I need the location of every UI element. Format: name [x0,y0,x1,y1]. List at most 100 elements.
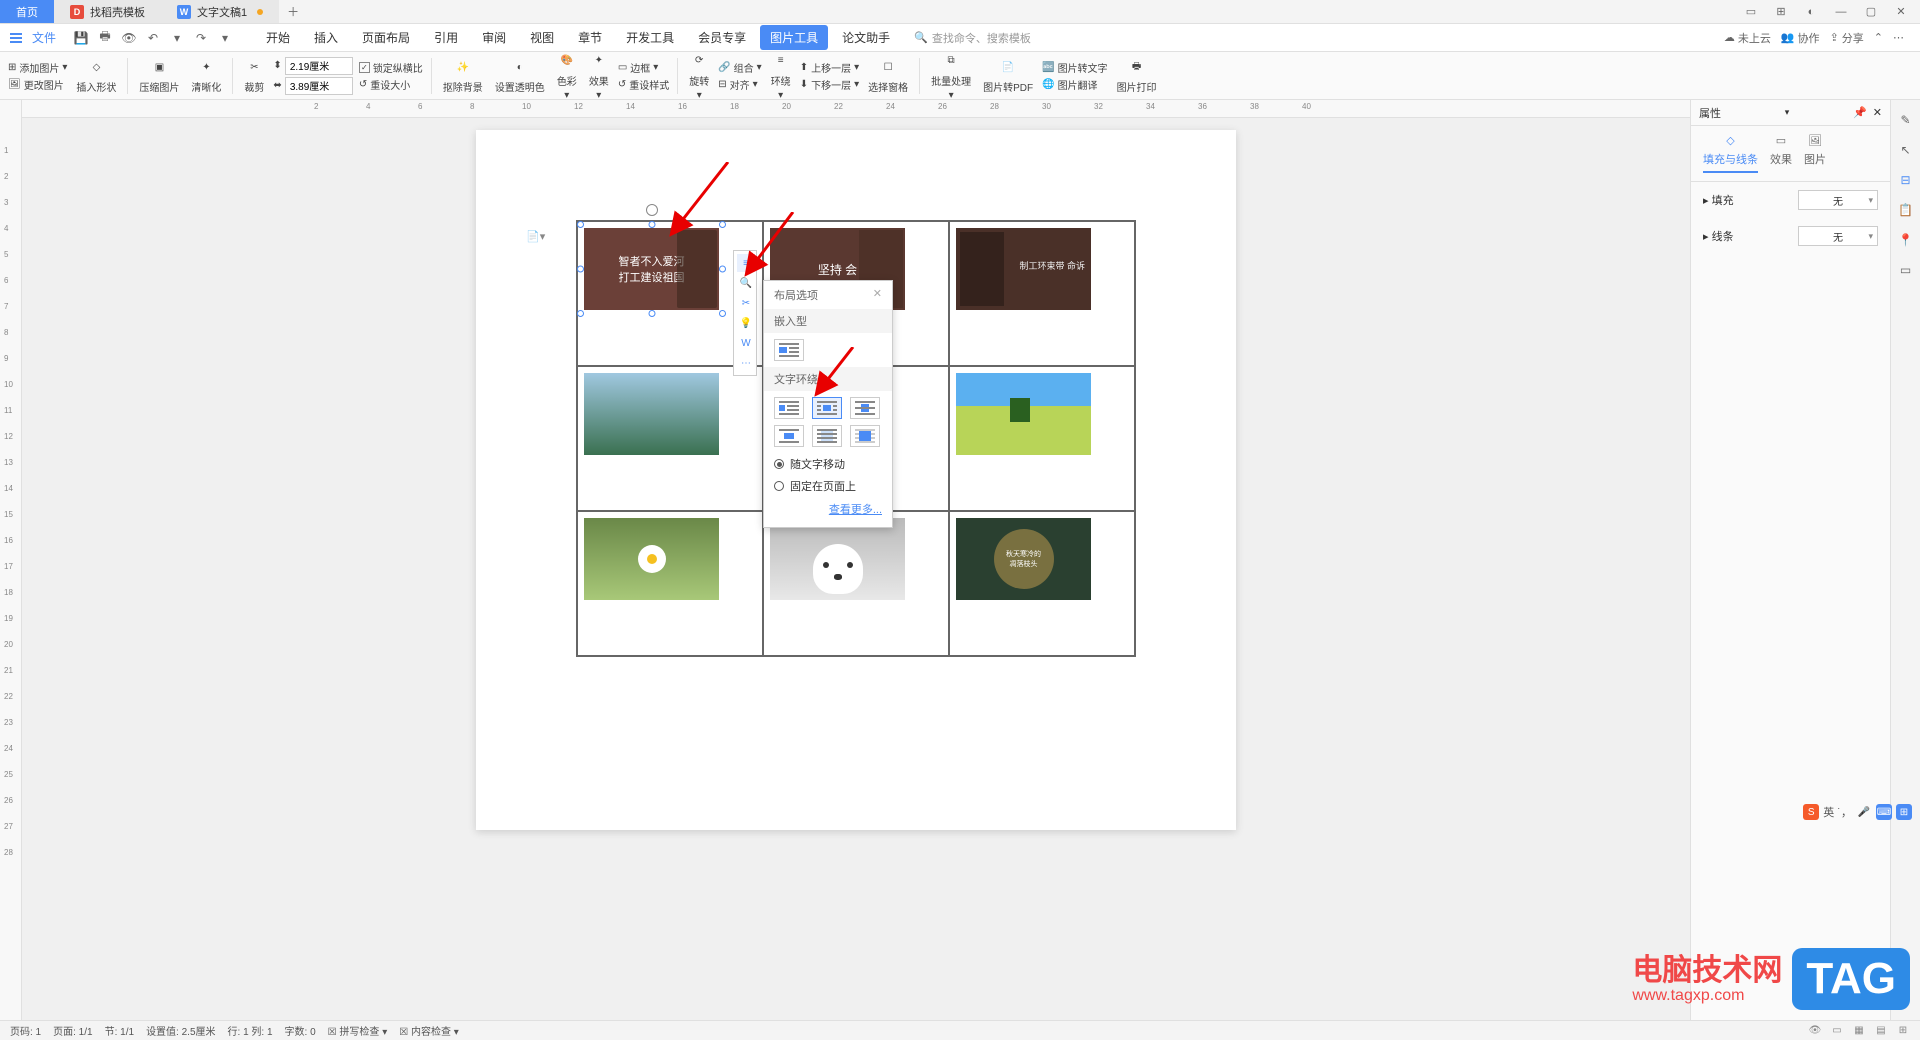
layout-switch-icon[interactable]: ▭ [1740,1,1762,23]
save-icon[interactable]: 💾 [72,29,90,47]
crop-tool-icon[interactable]: ✂ [737,294,755,312]
rotate-button[interactable]: ⟳旋转▾ [686,51,712,101]
tab-fill-line[interactable]: ◇填充与线条 [1703,134,1758,173]
see-more-link[interactable]: 查看更多... [764,497,892,521]
title-tab-template[interactable]: D 找稻壳模板 [54,0,161,23]
text-tool-icon[interactable]: W [737,334,755,352]
layout-tool-icon[interactable]: ≡ [737,254,755,272]
wrap-through-option[interactable] [850,397,880,419]
tab-member[interactable]: 会员专享 [688,25,756,50]
cell-3-1[interactable] [577,511,763,656]
user-avatar-icon[interactable]: ◐ [1800,1,1822,23]
line-select[interactable]: 无 [1798,226,1878,246]
fixed-on-page-radio[interactable]: 固定在页面上 [764,475,892,497]
height-input[interactable] [285,77,353,95]
print-icon[interactable]: 🖶 [96,29,114,47]
batch-button[interactable]: ⧉批量处理▾ [928,51,974,101]
cell-3-3[interactable]: 秋天寒冷的凋落枝头 [949,511,1135,656]
ts-reading-icon[interactable]: ▭ [1896,260,1916,280]
collab-button[interactable]: 👥 协作 [1781,30,1820,46]
move-down-button[interactable]: ⬇ 下移一层 ▾ [800,77,859,92]
tab-thesis[interactable]: 论文助手 [832,25,900,50]
sb-page[interactable]: 页码: 1 [10,1023,41,1038]
sb-eye-icon[interactable]: 👁 [1808,1024,1822,1038]
wrap-tight-option[interactable] [812,397,842,419]
maximize-button[interactable]: ▢ [1860,1,1882,23]
color-button[interactable]: 🎨色彩▾ [554,51,580,101]
undo-icon[interactable]: ↶ [144,29,162,47]
sb-view3-icon[interactable]: ▤ [1874,1024,1888,1038]
crop-button[interactable]: ✂裁剪 [241,57,267,94]
print-image-button[interactable]: 🖶图片打印 [1114,57,1160,94]
cell-1-3[interactable]: 制工环束带 命诉 [949,221,1135,366]
grid-icon[interactable]: ⊞ [1896,804,1912,820]
command-search[interactable]: 🔍 查找命令、搜索模板 [914,30,1031,46]
group-button[interactable]: 🔗 组合 ▾ [718,60,761,75]
sb-view1-icon[interactable]: ▭ [1830,1024,1844,1038]
ts-location-icon[interactable]: 📍 [1896,230,1916,250]
tab-start[interactable]: 开始 [256,25,300,50]
sb-spell[interactable]: ☒ 拼写检查 ▾ [328,1023,388,1038]
tab-view[interactable]: 视图 [520,25,564,50]
sb-view2-icon[interactable]: ▦ [1852,1024,1866,1038]
wrap-button[interactable]: ≡环绕▾ [768,51,794,101]
tab-image[interactable]: 🖼图片 [1804,134,1826,173]
collapse-ribbon-icon[interactable]: ⌃ [1874,31,1883,44]
tab-effect[interactable]: ▭效果 [1770,134,1792,173]
fill-select[interactable]: 无 [1798,190,1878,210]
panel-close-icon[interactable]: ✕ [1873,106,1882,119]
sb-section[interactable]: 节: 1/1 [105,1023,134,1038]
ts-style-icon[interactable]: ✎ [1896,110,1916,130]
keyboard-icon[interactable]: ⌨ [1876,804,1892,820]
file-menu[interactable]: 文件 [26,29,62,46]
title-tab-doc1[interactable]: W 文字文稿1 [161,0,279,23]
close-button[interactable]: ✕ [1890,1,1912,23]
popup-close-icon[interactable]: ✕ [873,287,882,303]
lock-ratio-checkbox[interactable]: ✓锁定纵横比 [359,60,423,75]
remove-bg-button[interactable]: ✨抠除背景 [440,57,486,94]
redo-dd-icon[interactable]: ▾ [216,29,234,47]
title-tab-home[interactable]: 首页 [0,0,54,23]
cell-2-3[interactable] [949,366,1135,511]
redo-icon[interactable]: ↷ [192,29,210,47]
tab-chapter[interactable]: 章节 [568,25,612,50]
grid-view-icon[interactable]: ⊞ [1770,1,1792,23]
minimize-button[interactable]: — [1830,1,1852,23]
border-button[interactable]: ▭ 边框 ▾ [618,60,669,75]
tab-pagelayout[interactable]: 页面布局 [352,25,420,50]
image-7[interactable] [770,518,905,600]
wrap-square-option[interactable] [774,397,804,419]
sharpen-button[interactable]: ✦清晰化 [188,57,224,94]
add-tab-button[interactable]: ＋ [279,0,307,23]
insert-shape-button[interactable]: ◇插入形状 [73,57,119,94]
more-tool-icon[interactable]: ⋯ [737,354,755,372]
to-pdf-button[interactable]: 📄图片转PDF [980,57,1036,94]
tab-imagetools[interactable]: 图片工具 [760,25,828,50]
zoom-tool-icon[interactable]: 🔍 [737,274,755,292]
wrap-topbottom-option[interactable] [774,425,804,447]
mic-icon[interactable]: 🎤 [1856,804,1872,820]
sb-content[interactable]: ☒ 内容检查 ▾ [399,1023,459,1038]
select-pane-button[interactable]: ☐选择窗格 [865,57,911,94]
sb-page-area[interactable]: 页面: 1/1 [53,1023,92,1038]
cloud-button[interactable]: ☁ 未上云 [1724,30,1771,46]
ts-select-icon[interactable]: ↖ [1896,140,1916,160]
ts-clipboard-icon[interactable]: 📋 [1896,200,1916,220]
to-text-button[interactable]: 🔤 图片转文字 [1042,60,1107,75]
move-up-button[interactable]: ⬆ 上移一层 ▾ [800,60,859,75]
compress-button[interactable]: ▣压缩图片 [136,57,182,94]
width-input[interactable] [285,57,353,75]
wrap-inline-option[interactable] [774,339,804,361]
rotate-handle-icon[interactable] [646,204,658,216]
change-image-button[interactable]: 🖼 更改图片 [8,77,67,92]
tab-insert[interactable]: 插入 [304,25,348,50]
sb-view4-icon[interactable]: ⊞ [1896,1024,1910,1038]
more-menu-icon[interactable]: ⋯ [1893,31,1904,44]
undo-dd-icon[interactable]: ▾ [168,29,186,47]
image-6[interactable] [584,518,719,600]
reset-style-button[interactable]: ↺ 重设样式 [618,77,669,92]
preview-icon[interactable]: 👁 [120,29,138,47]
tab-devtools[interactable]: 开发工具 [616,25,684,50]
align-button[interactable]: ⊟ 对齐 ▾ [718,77,761,92]
transparency-button[interactable]: ◐设置透明色 [492,57,548,94]
